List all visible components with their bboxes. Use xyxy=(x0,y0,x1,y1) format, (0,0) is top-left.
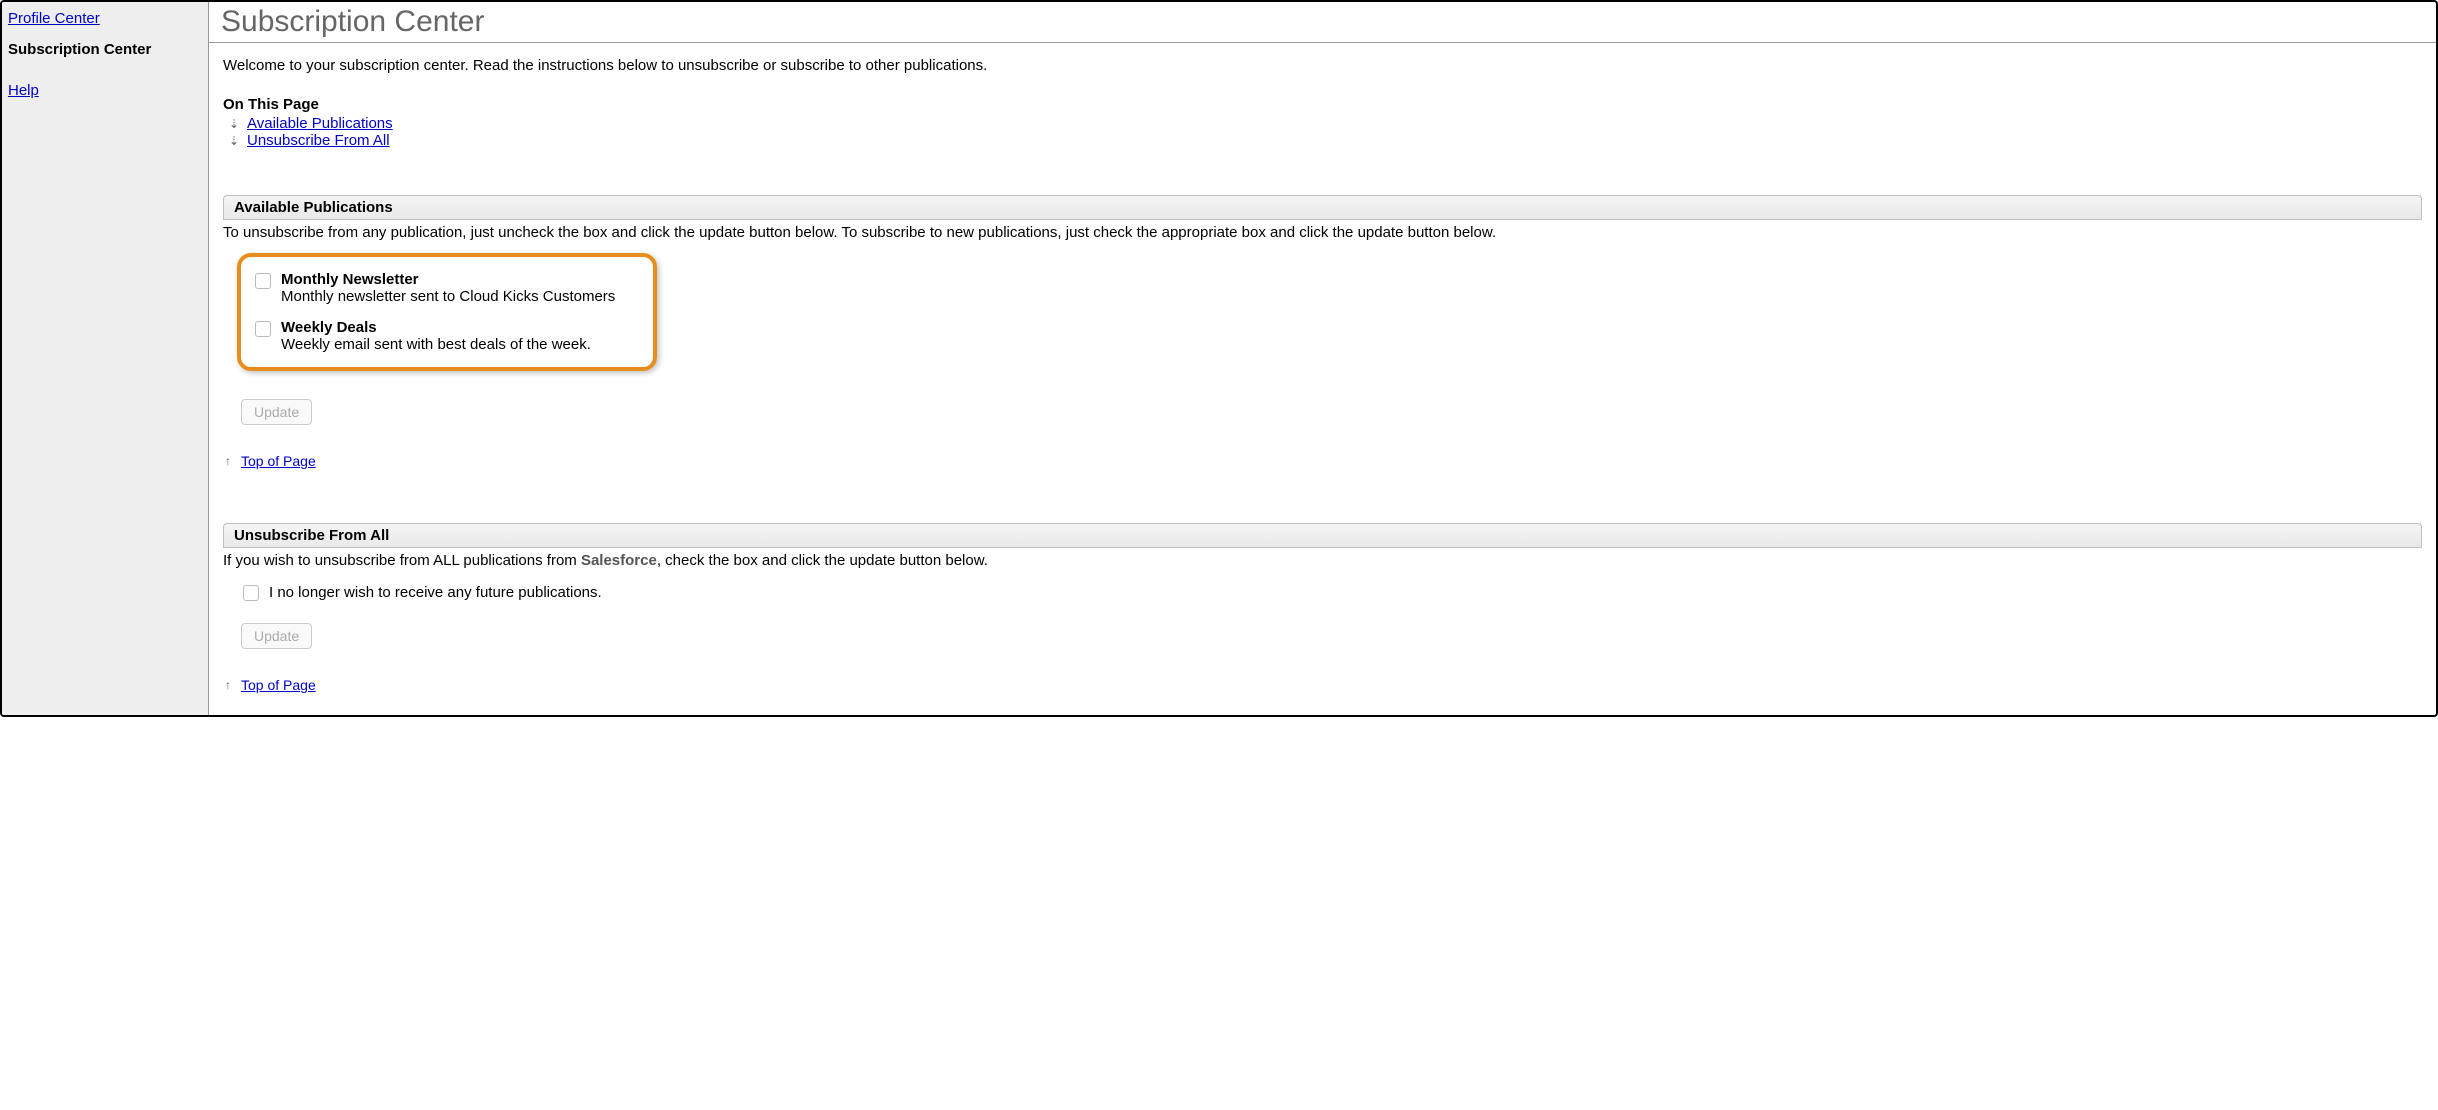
section-header-unsubscribe: Unsubscribe From All xyxy=(223,523,2422,548)
sidebar-item-help[interactable]: Help xyxy=(8,82,202,99)
publication-desc: Weekly email sent with best deals of the… xyxy=(281,336,591,353)
section-header-available: Available Publications xyxy=(223,195,2422,220)
jump-link-available-publications[interactable]: Available Publications xyxy=(247,115,393,132)
arrow-up-icon: ↑ xyxy=(225,678,235,692)
top-of-page-link[interactable]: Top of Page xyxy=(241,453,316,469)
page-title: Subscription Center xyxy=(209,2,2436,43)
publications-highlight-box: Monthly Newsletter Monthly newsletter se… xyxy=(237,253,657,371)
publication-checkbox-weekly-deals[interactable] xyxy=(255,321,271,337)
unsubscribe-desc-pre: If you wish to unsubscribe from ALL publ… xyxy=(223,552,581,569)
publication-row: Monthly Newsletter Monthly newsletter se… xyxy=(255,271,641,305)
intro-text: Welcome to your subscription center. Rea… xyxy=(223,57,2422,74)
jump-link-unsubscribe-from-all[interactable]: Unsubscribe From All xyxy=(247,132,390,149)
unsubscribe-desc: If you wish to unsubscribe from ALL publ… xyxy=(223,548,2422,573)
available-section-desc: To unsubscribe from any publication, jus… xyxy=(223,220,2422,247)
publication-title: Monthly Newsletter xyxy=(281,271,615,288)
sidebar-item-profile-center[interactable]: Profile Center xyxy=(8,10,202,27)
unsubscribe-all-label: I no longer wish to receive any future p… xyxy=(269,584,602,601)
publication-desc: Monthly newsletter sent to Cloud Kicks C… xyxy=(281,288,615,305)
main-content: Subscription Center Welcome to your subs… xyxy=(209,2,2436,715)
publication-row: Weekly Deals Weekly email sent with best… xyxy=(255,319,641,353)
top-of-page-link[interactable]: Top of Page xyxy=(241,677,316,693)
sidebar-item-subscription-center[interactable]: Subscription Center xyxy=(8,41,202,58)
update-button-unsubscribe[interactable]: Update xyxy=(241,623,312,649)
update-button-available[interactable]: Update xyxy=(241,399,312,425)
company-name: Salesforce xyxy=(581,552,657,569)
on-this-page-label: On This Page xyxy=(223,96,2422,113)
arrow-down-icon: ⇣ xyxy=(229,134,239,148)
unsubscribe-all-checkbox[interactable] xyxy=(243,585,259,601)
sidebar: Profile Center Subscription Center Help xyxy=(2,2,209,715)
arrow-up-icon: ↑ xyxy=(225,454,235,468)
arrow-down-icon: ⇣ xyxy=(229,117,239,131)
unsubscribe-desc-post: , check the box and click the update but… xyxy=(657,552,988,569)
publication-title: Weekly Deals xyxy=(281,319,591,336)
publication-checkbox-monthly-newsletter[interactable] xyxy=(255,273,271,289)
